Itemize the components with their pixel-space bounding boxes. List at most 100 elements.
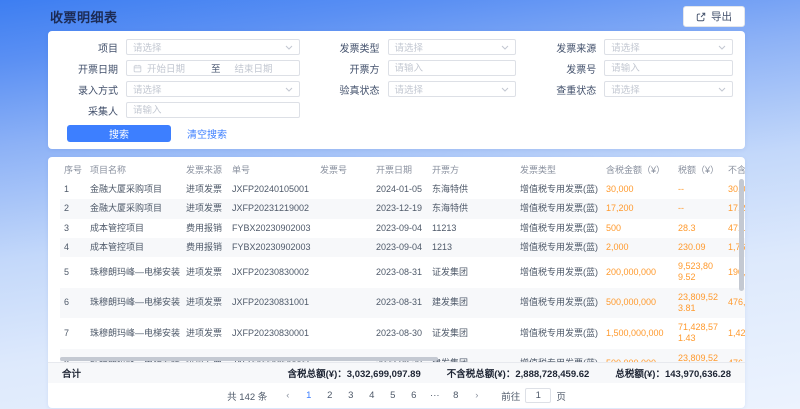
page-number-2[interactable]: 2 bbox=[322, 388, 337, 403]
project-select[interactable]: 请选择 bbox=[126, 39, 300, 55]
filter-project: 项目 请选择 bbox=[60, 39, 300, 55]
invoice-no-label: 发票号 bbox=[538, 61, 596, 76]
table-cell: 成本管控项目 bbox=[86, 238, 182, 257]
end-date-placeholder: 结束日期 bbox=[235, 61, 293, 75]
export-button[interactable]: 导出 bbox=[683, 6, 745, 27]
jump-suffix: 页 bbox=[556, 389, 566, 403]
table-cell: JXFP20230830002 bbox=[228, 257, 316, 288]
page-ellipsis[interactable]: ··· bbox=[427, 388, 442, 403]
next-page-button[interactable]: › bbox=[469, 388, 484, 403]
table-cell: 476,190,476.19 bbox=[724, 288, 745, 319]
column-header: 税额（¥） bbox=[674, 159, 724, 180]
invoicing-party-input[interactable] bbox=[395, 63, 510, 74]
table-cell: 2024-01-05 bbox=[372, 180, 428, 199]
page-number-3[interactable]: 3 bbox=[343, 388, 358, 403]
table-cell: 4 bbox=[60, 238, 86, 257]
table-cell: 11213 bbox=[428, 219, 516, 238]
collector-label: 采集人 bbox=[60, 103, 118, 118]
table-cell: JXFP20231219002 bbox=[228, 199, 316, 218]
filter-invoice-date: 开票日期 开始日期 至 结束日期 bbox=[60, 60, 300, 76]
table-body: 1金融大厦采购项目进项发票JXFP202401050012024-01-05东海… bbox=[60, 180, 745, 362]
chevron-down-icon bbox=[285, 87, 293, 92]
collector-input[interactable] bbox=[133, 105, 293, 116]
table-cell: -- bbox=[674, 199, 724, 218]
table-cell: 1 bbox=[60, 180, 86, 199]
horizontal-scrollbar[interactable] bbox=[60, 357, 438, 361]
table-row[interactable]: 3成本管控项目费用报销FYBX202309020032023-09-041121… bbox=[60, 219, 745, 238]
column-header: 序号 bbox=[60, 159, 86, 180]
vertical-scrollbar[interactable] bbox=[739, 179, 744, 291]
page-number-8[interactable]: 8 bbox=[448, 388, 463, 403]
table-cell: 增值税专用发票(蓝) bbox=[516, 349, 602, 363]
table-row[interactable]: 7珠穆朗玛峰—电梯安装进项发票JXFP202308300012023-08-30… bbox=[60, 318, 745, 349]
table-cell: 17,200 bbox=[602, 199, 674, 218]
column-header: 开票方 bbox=[428, 159, 516, 180]
table-cell: 珠穆朗玛峰—电梯安装 bbox=[86, 257, 182, 288]
table-cell: 证发集团 bbox=[428, 257, 516, 288]
table-cell: 证发集团 bbox=[428, 318, 516, 349]
invoice-type-select[interactable]: 请选择 bbox=[388, 39, 517, 55]
table-cell: 1213 bbox=[428, 238, 516, 257]
table-cell bbox=[316, 180, 372, 199]
totals-label: 合计 bbox=[62, 366, 81, 380]
table-cell: 9,523,809.52 bbox=[674, 257, 724, 288]
total-with-tax: 含税总额(¥)：3,032,699,097.89 bbox=[288, 366, 421, 380]
column-header: 发票来源 bbox=[182, 159, 228, 180]
search-button[interactable]: 搜索 bbox=[67, 125, 171, 142]
column-header: 项目名称 bbox=[86, 159, 182, 180]
table-cell: JXFP20230830001 bbox=[228, 318, 316, 349]
table-row[interactable]: 2金融大厦采购项目进项发票JXFP202312190022023-12-19东海… bbox=[60, 199, 745, 218]
table-cell: 建发集团 bbox=[428, 349, 516, 363]
total-count: 共 142 条 bbox=[227, 389, 267, 403]
table-row[interactable]: 4成本管控项目费用报销FYBX202309020032023-09-041213… bbox=[60, 238, 745, 257]
start-date-placeholder: 开始日期 bbox=[147, 61, 205, 75]
table-cell: 7 bbox=[60, 318, 86, 349]
table-cell: JXFP20240105001 bbox=[228, 180, 316, 199]
table-cell: 2023-09-04 bbox=[372, 238, 428, 257]
table-cell: 进项发票 bbox=[182, 288, 228, 319]
table-cell: 200,000,000 bbox=[602, 257, 674, 288]
table-cell: 珠穆朗玛峰—电梯安装 bbox=[86, 288, 182, 319]
table-cell: 2 bbox=[60, 199, 86, 218]
table-row[interactable]: 1金融大厦采购项目进项发票JXFP202401050012024-01-05东海… bbox=[60, 180, 745, 199]
column-header: 单号 bbox=[228, 159, 316, 180]
page-number-4[interactable]: 4 bbox=[364, 388, 379, 403]
column-header: 含税金额（¥） bbox=[602, 159, 674, 180]
invoice-date-range[interactable]: 开始日期 至 结束日期 bbox=[126, 60, 300, 76]
table-cell bbox=[316, 318, 372, 349]
verify-status-select[interactable]: 请选择 bbox=[388, 81, 517, 97]
clear-search-link[interactable]: 清空搜索 bbox=[187, 126, 227, 141]
entry-method-select[interactable]: 请选择 bbox=[126, 81, 300, 97]
chevron-down-icon bbox=[501, 87, 509, 92]
table-cell: JXFP20230831001 bbox=[228, 288, 316, 319]
page-number-1[interactable]: 1 bbox=[301, 388, 316, 403]
filter-dup-check-status: 查重状态 请选择 bbox=[538, 81, 733, 97]
chevron-down-icon bbox=[501, 45, 509, 50]
invoicing-party-input-box bbox=[388, 60, 517, 76]
table-cell: FYBX20230902003 bbox=[228, 238, 316, 257]
table-cell: 进项发票 bbox=[182, 199, 228, 218]
table-cell: 2023-12-19 bbox=[372, 199, 428, 218]
page-number-6[interactable]: 6 bbox=[406, 388, 421, 403]
table-scroll-area: 序号 项目名称 发票来源 单号 发票号 开票日期 开票方 发票类型 含税金额（¥… bbox=[60, 159, 745, 362]
dup-check-status-label: 查重状态 bbox=[538, 82, 596, 97]
column-header: 开票日期 bbox=[372, 159, 428, 180]
table-row[interactable]: 6珠穆朗玛峰—电梯安装进项发票JXFP202308310012023-08-31… bbox=[60, 288, 745, 319]
invoice-no-input[interactable] bbox=[611, 63, 726, 74]
table-row[interactable]: 5珠穆朗玛峰—电梯安装进项发票JXFP202308300022023-08-31… bbox=[60, 257, 745, 288]
page-number-5[interactable]: 5 bbox=[385, 388, 400, 403]
chevron-down-icon bbox=[718, 87, 726, 92]
page-jump-input[interactable] bbox=[525, 388, 551, 403]
table-cell: 成本管控项目 bbox=[86, 219, 182, 238]
invoice-table-panel: 序号 项目名称 发票来源 单号 发票号 开票日期 开票方 发票类型 含税金额（¥… bbox=[48, 157, 745, 408]
topbar: 收票明细表 导出 bbox=[0, 0, 800, 31]
filter-collector: 采集人 bbox=[60, 102, 300, 118]
invoice-source-select[interactable]: 请选择 bbox=[604, 39, 733, 55]
prev-page-button[interactable]: ‹ bbox=[280, 388, 295, 403]
table-cell: 东海特供 bbox=[428, 199, 516, 218]
table-cell: 珠穆朗玛峰—电梯安装 bbox=[86, 318, 182, 349]
table-cell: 23,809,523.81 bbox=[674, 349, 724, 363]
table-cell: 费用报销 bbox=[182, 219, 228, 238]
dup-check-status-select[interactable]: 请选择 bbox=[604, 81, 733, 97]
table-cell: 进项发票 bbox=[182, 318, 228, 349]
